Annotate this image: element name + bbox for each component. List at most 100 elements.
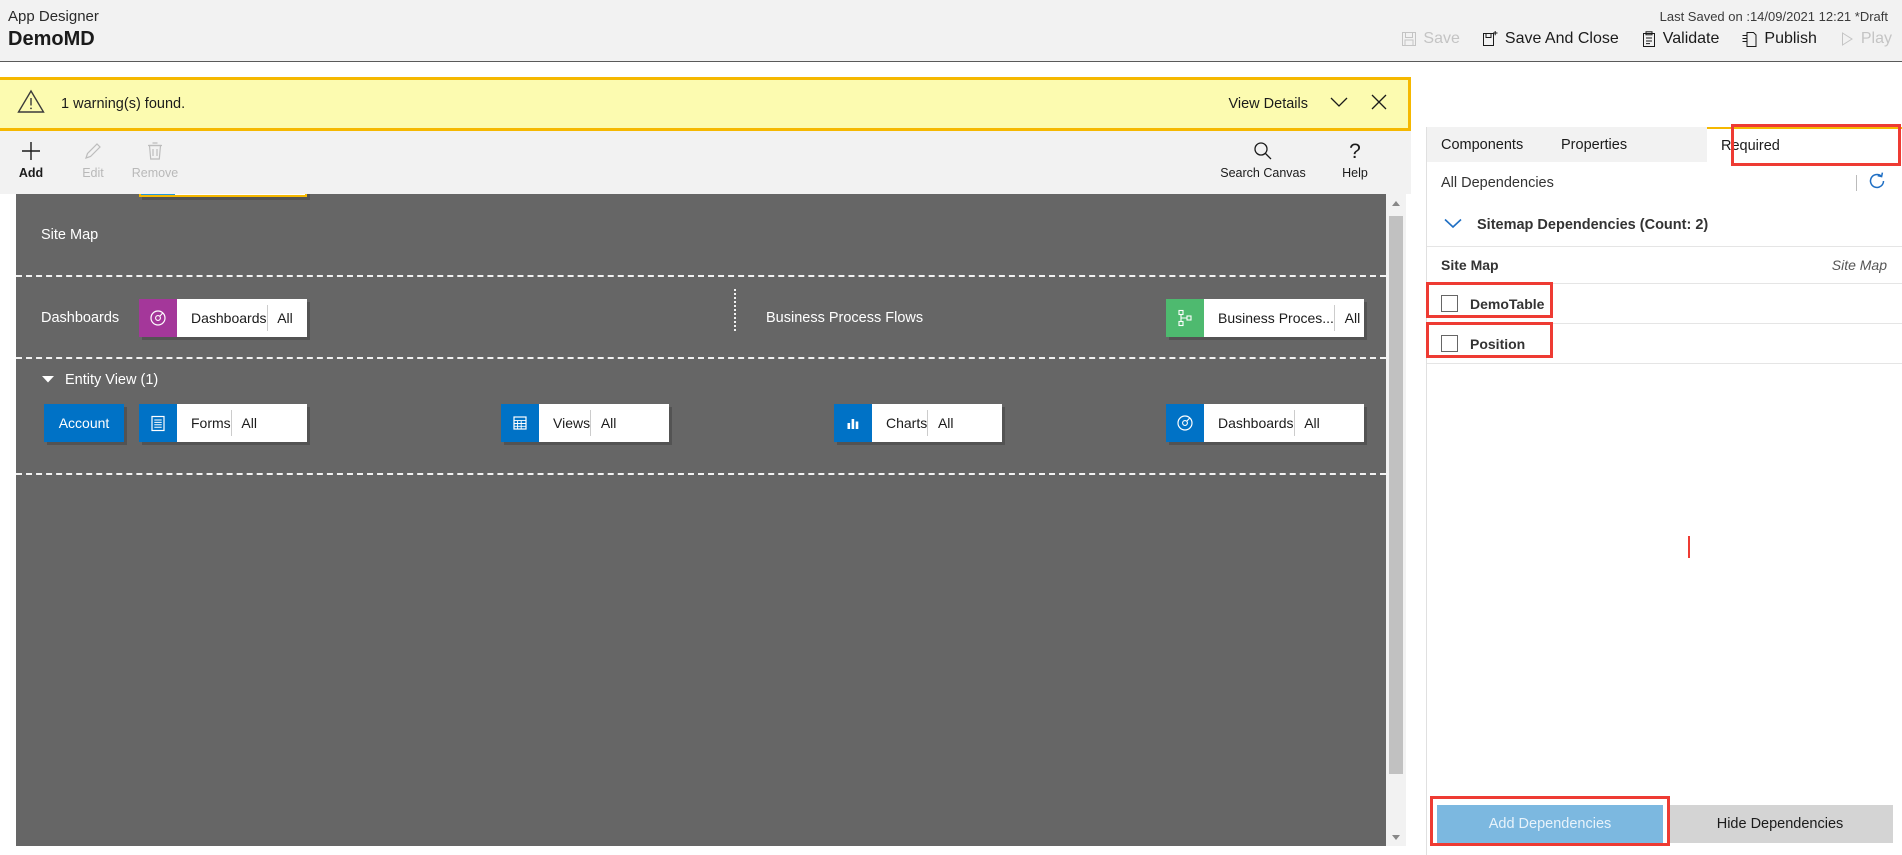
canvas-entity-account[interactable]: Account <box>44 404 124 442</box>
canvas-row-dashboards: Dashboards Dashboards All Business Proce… <box>16 277 1386 359</box>
all-dependencies-row: All Dependencies <box>1427 162 1902 204</box>
panel-footer: Add Dependencies Hide Dependencies <box>1427 793 1902 855</box>
app-designer-canvas[interactable]: Site Map 2 Dependencies Site Map Dashboa… <box>16 194 1386 846</box>
bpf-section-divider <box>734 289 736 331</box>
entity-view-label: Entity View (1) <box>65 372 159 388</box>
text-caret-marker <box>1688 536 1690 558</box>
app-designer-label: App Designer <box>8 8 99 25</box>
canvas-row-entity-view: Entity View (1) Account Forms All Views … <box>16 359 1386 475</box>
edit-button[interactable]: Edit <box>62 131 124 180</box>
canvas-tile-charts-label: Charts <box>886 415 928 431</box>
edit-label: Edit <box>82 166 104 180</box>
plus-icon <box>20 138 42 164</box>
canvas-tile-business-process-flows[interactable]: Business Proces... All <box>1166 299 1364 337</box>
canvas-tile-dashboards[interactable]: Dashboards All <box>139 299 307 337</box>
search-canvas-button[interactable]: Search Canvas <box>1217 131 1309 180</box>
dashboard-icon <box>1166 404 1204 442</box>
canvas-command-bar-right: Search Canvas ? Help <box>1217 131 1411 180</box>
chevron-down-icon[interactable] <box>1443 216 1463 234</box>
add-dependencies-button[interactable]: Add Dependencies <box>1437 805 1663 843</box>
canvas-row-dashboards-label: Dashboards <box>41 310 120 326</box>
tab-components[interactable]: Components <box>1427 127 1547 162</box>
sitemap-dependencies-group-header[interactable]: Sitemap Dependencies (Count: 2) <box>1427 204 1902 246</box>
canvas-tile-entity-dashboards[interactable]: Dashboards All <box>1166 404 1364 442</box>
checkbox-position[interactable] <box>1441 335 1458 352</box>
canvas-tile-charts[interactable]: Charts All <box>834 404 1002 442</box>
bpf-icon <box>1166 299 1204 337</box>
tab-properties[interactable]: Properties <box>1547 127 1707 162</box>
forms-icon <box>139 404 177 442</box>
hide-dependencies-button[interactable]: Hide Dependencies <box>1667 805 1893 843</box>
search-icon <box>1252 138 1274 164</box>
save-button[interactable]: Save <box>1401 30 1460 48</box>
scroll-up-arrow-icon[interactable] <box>1386 194 1406 212</box>
charts-icon <box>834 404 872 442</box>
warning-banner: 1 warning(s) found. View Details <box>0 77 1411 131</box>
canvas-entity-account-label: Account <box>58 415 110 431</box>
canvas-tile-bpf-label: Business Proces... <box>1218 310 1334 326</box>
publish-button[interactable]: Publish <box>1741 30 1817 48</box>
save-and-close-icon <box>1482 30 1499 48</box>
canvas-row-sitemap: Site Map <box>16 194 1386 277</box>
canvas-tile-forms[interactable]: Forms All <box>139 404 307 442</box>
chevron-down-icon[interactable] <box>41 371 55 389</box>
checkbox-demotable[interactable] <box>1441 295 1458 312</box>
dependency-row-demotable[interactable]: DemoTable <box>1427 284 1902 324</box>
save-and-close-label: Save And Close <box>1504 30 1619 47</box>
remove-label: Remove <box>131 166 179 180</box>
canvas-tile-entity-dashboards-label: Dashboards <box>1218 415 1294 431</box>
canvas-row-bpf-label: Business Process Flows <box>766 310 924 326</box>
chevron-down-icon[interactable] <box>1328 95 1350 114</box>
help-button[interactable]: ? Help <box>1309 131 1401 180</box>
close-icon[interactable] <box>1370 93 1388 116</box>
entity-view-header[interactable]: Entity View (1) <box>16 359 1386 401</box>
app-name-title: DemoMD <box>8 28 95 50</box>
refresh-icon[interactable] <box>1867 171 1887 196</box>
panel-tab-strip: Components Properties Required <box>1427 127 1902 162</box>
validate-label: Validate <box>1662 30 1720 47</box>
canvas-row-sitemap-label: Site Map <box>41 227 99 243</box>
question-mark-icon: ? <box>1345 138 1365 164</box>
save-and-close-button[interactable]: Save And Close <box>1482 30 1619 48</box>
validate-button[interactable]: Validate <box>1641 30 1720 48</box>
publish-label: Publish <box>1764 30 1817 47</box>
tab-required-label: Required <box>1721 137 1780 154</box>
canvas-tile-forms-label: Forms <box>191 415 231 431</box>
search-canvas-label: Search Canvas <box>1220 166 1306 180</box>
required-dependencies-panel: Components Properties Required All Depen… <box>1426 127 1902 855</box>
add-label: Add <box>18 166 44 180</box>
refresh-control[interactable] <box>1856 171 1902 196</box>
scroll-down-arrow-icon[interactable] <box>1386 828 1406 846</box>
play-icon <box>1839 31 1855 47</box>
dependency-list-header-right: Site Map <box>1831 257 1887 273</box>
tab-required[interactable]: Required <box>1707 127 1902 162</box>
canvas-scrollbar[interactable] <box>1386 194 1406 846</box>
dependency-list: Site Map Site Map DemoTable Position <box>1427 246 1902 364</box>
warning-triangle-icon <box>17 89 45 119</box>
play-label: Play <box>1860 30 1892 47</box>
sitemap-icon <box>141 194 175 195</box>
view-details-link[interactable]: View Details <box>1228 96 1308 112</box>
canvas-tile-sitemap[interactable]: Site Map <box>139 194 307 197</box>
canvas-tile-bpf-count: All <box>1333 305 1370 331</box>
header-command-bar: Save Save And Close Validate Publish Pla <box>1401 30 1892 48</box>
canvas-tile-dashboards-count: All <box>266 305 303 331</box>
canvas-tile-forms-count: All <box>230 410 267 436</box>
canvas-tile-views[interactable]: Views All <box>501 404 669 442</box>
dependency-row-position-label: Position <box>1470 335 1526 352</box>
sitemap-tile-group[interactable]: 2 Dependencies Site Map <box>139 194 307 197</box>
validate-icon <box>1641 30 1657 48</box>
sitemap-dependencies-label: Sitemap Dependencies (Count: 2) <box>1477 217 1709 233</box>
tab-properties-label: Properties <box>1561 136 1628 153</box>
help-label: Help <box>1342 166 1368 180</box>
add-button[interactable]: Add <box>0 131 62 180</box>
scrollbar-thumb[interactable] <box>1389 216 1403 774</box>
play-button[interactable]: Play <box>1839 30 1892 48</box>
dependency-row-position[interactable]: Position <box>1427 324 1902 364</box>
canvas-command-bar: Add Edit Remove Search Canvas ? Help <box>0 131 1411 194</box>
all-dependencies-label: All Dependencies <box>1441 175 1554 191</box>
remove-button[interactable]: Remove <box>124 131 186 180</box>
canvas-tile-views-label: Views <box>553 415 591 431</box>
tab-components-label: Components <box>1441 136 1524 153</box>
canvas-tile-dashboards-label: Dashboards <box>191 310 267 326</box>
